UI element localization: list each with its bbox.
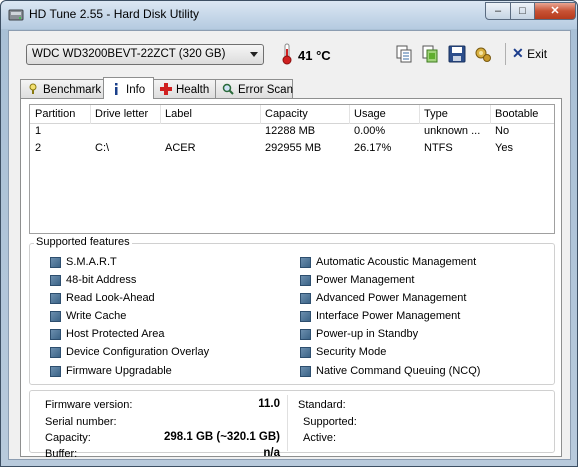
- column-header[interactable]: Partition: [30, 108, 90, 123]
- feature-checkbox: [300, 257, 311, 268]
- feature-checkbox: [50, 366, 61, 377]
- cell-bootable: Yes: [495, 142, 513, 154]
- feature-checkbox: [50, 347, 61, 358]
- copy-text-icon[interactable]: [394, 44, 414, 64]
- cell-capacity: 292955 MB: [265, 142, 322, 154]
- drive-select[interactable]: WDC WD3200BEVT-22ZCT (320 GB): [26, 44, 264, 65]
- feature-checkbox: [300, 366, 311, 377]
- supported-features-group: Supported features S.M.A.R.T 48-bit Addr…: [29, 236, 555, 385]
- tab-info[interactable]: Info: [103, 77, 154, 99]
- chevron-down-icon: [250, 52, 258, 57]
- save-icon[interactable]: [447, 44, 467, 64]
- table-row[interactable]: 2 C:\ ACER 292955 MB 26.17% NTFS Yes: [30, 142, 554, 158]
- client-area: WDC WD3200BEVT-22ZCT (320 GB) 41 °C ✕ Ex…: [8, 30, 571, 460]
- feature-label: 48-bit Address: [66, 274, 137, 286]
- cell-label: ACER: [165, 142, 196, 154]
- copy-screenshot-icon[interactable]: [420, 44, 440, 64]
- maximize-button[interactable]: □: [510, 2, 535, 20]
- standard-label: Standard:: [298, 399, 346, 411]
- column-header[interactable]: Bootable: [490, 108, 554, 123]
- thermometer-icon: [282, 43, 292, 65]
- feature-label: Device Configuration Overlay: [66, 346, 210, 358]
- firmware-value: 11.0: [258, 398, 280, 410]
- serial-label: Serial number:: [45, 416, 117, 428]
- feature-label: Host Protected Area: [66, 328, 165, 340]
- feature-checkbox: [50, 311, 61, 322]
- buffer-value: n/a: [263, 447, 280, 459]
- info-icon: [115, 83, 118, 95]
- exit-icon: ✕: [512, 45, 524, 61]
- options-icon[interactable]: [473, 44, 493, 64]
- firmware-label: Firmware version:: [45, 399, 133, 411]
- group-title: Supported features: [34, 236, 132, 248]
- cell-usage: 26.17%: [354, 142, 392, 154]
- exit-label: Exit: [527, 47, 548, 61]
- feature-checkbox: [300, 275, 311, 286]
- cell-bootable: No: [495, 125, 510, 137]
- feature-label: Native Command Queuing (NCQ): [316, 365, 481, 377]
- cell-type: unknown ...: [424, 125, 481, 137]
- supported-label: Supported:: [303, 416, 357, 428]
- table-row[interactable]: 1 12288 MB 0.00% unknown ... No: [30, 125, 554, 141]
- feature-label: Automatic Acoustic Management: [316, 256, 477, 268]
- feature-label: Advanced Power Management: [316, 292, 467, 304]
- temperature-readout: 41 °C: [298, 48, 331, 63]
- feature-checkbox: [300, 329, 311, 340]
- feature-label: Interface Power Management: [316, 310, 461, 322]
- column-header[interactable]: Label: [160, 108, 260, 123]
- tab-benchmark[interactable]: Benchmark: [20, 79, 104, 99]
- buffer-label: Buffer:: [45, 448, 78, 460]
- cell-type: NTFS: [424, 142, 453, 154]
- feature-label: Write Cache: [66, 310, 127, 322]
- cell-capacity: 12288 MB: [265, 125, 316, 137]
- tab-label: Error Scan: [238, 84, 293, 96]
- capacity-label: Capacity:: [45, 432, 91, 444]
- feature-label: Read Look-Ahead: [66, 292, 155, 304]
- drive-info-group: Firmware version: 11.0 Serial number: Ca…: [29, 390, 555, 460]
- health-icon: [160, 83, 172, 95]
- feature-label: S.M.A.R.T: [66, 256, 117, 268]
- feature-checkbox: [300, 293, 311, 304]
- tab-error-scan[interactable]: Error Scan: [215, 79, 293, 99]
- feature-checkbox: [50, 275, 61, 286]
- column-header[interactable]: Capacity: [260, 108, 349, 123]
- benchmark-icon: [29, 83, 37, 94]
- title-bar[interactable]: HD Tune 2.55 - Hard Disk Utility – □ ✕: [1, 1, 577, 29]
- error-scan-icon: [222, 83, 234, 95]
- feature-label: Power-up in Standby: [316, 328, 419, 340]
- partition-table[interactable]: Partition Drive letter Label Capacity Us…: [29, 104, 555, 234]
- drive-select-value: WDC WD3200BEVT-22ZCT (320 GB): [32, 48, 226, 60]
- cell-partition: 2: [35, 142, 42, 154]
- feature-checkbox: [300, 311, 311, 322]
- feature-label: Firmware Upgradable: [66, 365, 172, 377]
- info-panel: Partition Drive letter Label Capacity Us…: [20, 98, 562, 460]
- feature-label: Power Management: [316, 274, 415, 286]
- exit-button[interactable]: ✕ Exit: [512, 45, 547, 65]
- column-header[interactable]: Usage: [349, 108, 419, 123]
- feature-label: Security Mode: [316, 346, 387, 358]
- column-header[interactable]: Type: [419, 108, 490, 123]
- app-icon: [8, 9, 24, 21]
- feature-checkbox: [300, 347, 311, 358]
- feature-checkbox: [50, 329, 61, 340]
- app-window: HD Tune 2.55 - Hard Disk Utility – □ ✕ W…: [0, 0, 578, 467]
- cell-drive-letter: C:\: [95, 142, 110, 154]
- tab-health[interactable]: Health: [153, 79, 216, 99]
- toolbar-separator: [505, 43, 506, 65]
- cell-partition: 1: [35, 125, 42, 137]
- tab-label: Health: [176, 84, 210, 96]
- minimize-button[interactable]: –: [485, 2, 511, 20]
- close-button[interactable]: ✕: [534, 2, 576, 20]
- column-header[interactable]: Drive letter: [90, 108, 160, 123]
- partition-table-header: Partition Drive letter Label Capacity Us…: [30, 105, 554, 124]
- info-divider: [287, 395, 288, 451]
- window-title: HD Tune 2.55 - Hard Disk Utility: [29, 7, 200, 21]
- active-label: Active:: [303, 432, 337, 444]
- tab-label: Benchmark: [43, 84, 102, 96]
- feature-checkbox: [50, 257, 61, 268]
- tab-label: Info: [126, 84, 146, 96]
- cell-usage: 0.00%: [354, 125, 386, 137]
- feature-checkbox: [50, 293, 61, 304]
- capacity-value: 298.1 GB (~320.1 GB): [163, 431, 280, 443]
